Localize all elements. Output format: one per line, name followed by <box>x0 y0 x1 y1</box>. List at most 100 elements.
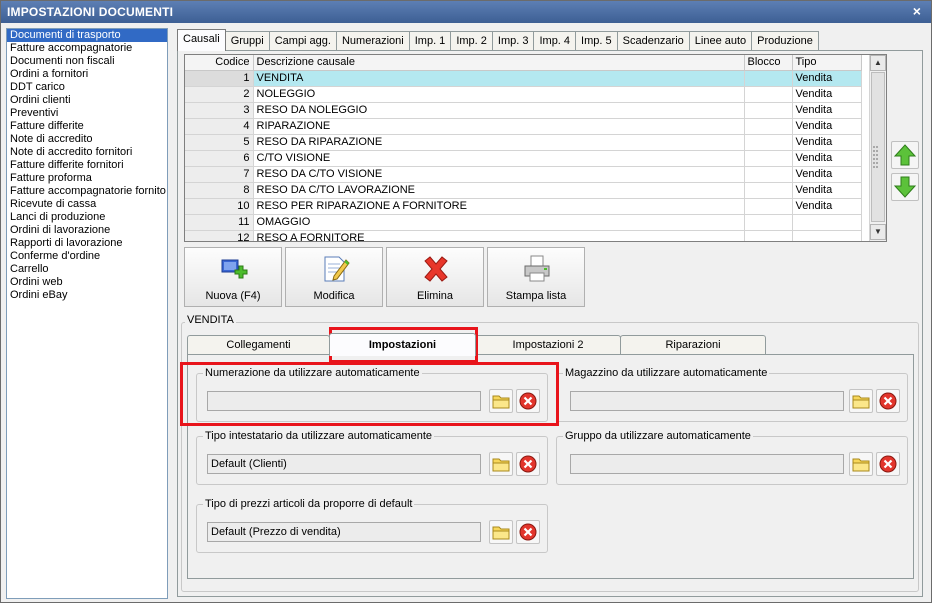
section-tab[interactable]: Collegamenti <box>187 335 330 355</box>
document-type-item[interactable]: Fatture differite fornitori <box>7 159 167 172</box>
intestatario-field[interactable]: Default (Clienti) <box>207 454 481 474</box>
document-type-item[interactable]: Preventivi <box>7 107 167 120</box>
gruppo-field[interactable] <box>570 454 844 474</box>
document-type-item[interactable]: Conferme d'ordine <box>7 250 167 263</box>
prezzi-clear-button[interactable] <box>516 520 540 544</box>
top-tab[interactable]: Imp. 5 <box>575 31 618 51</box>
top-tab[interactable]: Gruppi <box>224 31 270 51</box>
cell-blocco <box>744 214 793 231</box>
document-type-item[interactable]: DDT carico <box>7 81 167 94</box>
table-row[interactable]: 3 RESO DA NOLEGGIO Vendita <box>185 102 862 119</box>
table-row[interactable]: 11 OMAGGIO <box>185 214 862 231</box>
table-row[interactable]: 10 RESO PER RIPARAZIONE A FORNITORE Vendit… <box>185 198 862 215</box>
column-header[interactable]: Codice <box>185 55 254 71</box>
section-tab[interactable]: Impostazioni 2 <box>475 335 621 355</box>
top-tab[interactable]: Imp. 3 <box>491 31 535 51</box>
top-tab[interactable]: Imp. 2 <box>450 31 493 51</box>
document-type-item[interactable]: Fatture differite <box>7 120 167 133</box>
top-tab[interactable]: Scadenzario <box>616 31 690 51</box>
clear-red-icon <box>519 523 537 541</box>
causali-grid[interactable]: Codice Descrizione causale Blocco Tipo 1 VEN… <box>184 54 887 242</box>
magazzino-clear-button[interactable] <box>876 389 900 413</box>
table-row[interactable]: 12 RESO A FORNITORE <box>185 230 862 241</box>
top-tab[interactable]: Imp. 1 <box>408 31 452 51</box>
document-type-item[interactable]: Ordini a fornitori <box>7 68 167 81</box>
scroll-up-icon[interactable]: ▲ <box>870 55 886 71</box>
magazzino-browse-button[interactable] <box>849 389 873 413</box>
cell-blocco <box>744 198 793 215</box>
document-type-item[interactable]: Fatture accompagnatorie <box>7 42 167 55</box>
document-type-item[interactable]: Ordini web <box>7 276 167 289</box>
document-type-item[interactable]: Rapporti di lavorazione <box>7 237 167 250</box>
table-row[interactable]: 4 RIPARAZIONE Vendita <box>185 118 862 135</box>
document-type-item[interactable]: Lanci di produzione <box>7 211 167 224</box>
table-row[interactable]: 6 C/TO VISIONE Vendita <box>185 150 862 167</box>
cell-desc: RESO A FORNITORE <box>253 230 745 241</box>
magazzino-label: Magazzino da utilizzare automaticamente <box>563 367 770 379</box>
table-row[interactable]: 8 RESO DA C/TO LAVORAZIONE Vendita <box>185 182 862 199</box>
edit-button-label: Modifica <box>313 290 355 302</box>
delete-button[interactable]: Elimina <box>386 247 484 307</box>
document-type-item[interactable]: Note di accredito <box>7 133 167 146</box>
column-header[interactable]: Blocco <box>744 55 793 71</box>
cell-blocco <box>744 166 793 183</box>
table-row[interactable]: 1 VENDITA Vendita <box>185 70 862 87</box>
section-tab[interactable]: Riparazioni <box>620 335 766 355</box>
cell-desc: OMAGGIO <box>253 214 745 231</box>
document-type-item[interactable]: Documenti di trasporto <box>7 29 167 42</box>
table-row[interactable]: 5 RESO DA RIPARAZIONE Vendita <box>185 134 862 151</box>
move-up-button[interactable] <box>891 141 919 169</box>
top-tab[interactable]: Campi agg. <box>268 31 337 51</box>
table-row[interactable]: 7 RESO DA C/TO VISIONE Vendita <box>185 166 862 183</box>
close-icon[interactable]: × <box>909 3 925 19</box>
table-row[interactable]: 2 NOLEGGIO Vendita <box>185 86 862 103</box>
gruppo-clear-button[interactable] <box>876 452 900 476</box>
cell-desc: VENDITA <box>253 70 745 87</box>
document-type-item[interactable]: Fatture proforma <box>7 172 167 185</box>
prezzi-browse-button[interactable] <box>489 520 513 544</box>
folder-icon <box>492 458 510 472</box>
folder-icon <box>852 395 870 409</box>
cell-desc: RESO DA NOLEGGIO <box>253 102 745 119</box>
document-type-list[interactable]: Documenti di trasporto Fatture accompagna… <box>6 28 168 599</box>
action-toolbar: Nuova (F4) Modifica Elimina Stampa lista <box>184 247 585 309</box>
new-button[interactable]: Nuova (F4) <box>184 247 282 307</box>
cell-code: 6 <box>185 150 254 167</box>
new-button-label: Nuova (F4) <box>205 290 261 302</box>
cell-code: 1 <box>185 70 254 87</box>
top-tab[interactable]: Linee auto <box>688 31 753 51</box>
magazzino-field[interactable] <box>570 391 844 411</box>
document-type-item[interactable]: Documenti non fiscali <box>7 55 167 68</box>
document-type-item[interactable]: Ordini di lavorazione <box>7 224 167 237</box>
top-tab[interactable]: Produzione <box>751 31 819 51</box>
document-type-item[interactable]: Ordini clienti <box>7 94 167 107</box>
printer-icon <box>524 255 550 282</box>
document-type-item[interactable]: Carrello <box>7 263 167 276</box>
vendita-group-title: VENDITA <box>185 314 236 326</box>
cell-tipo: Vendita <box>792 150 862 167</box>
column-header[interactable]: Tipo <box>792 55 862 71</box>
gruppo-groupbox: Gruppo da utilizzare automaticamente <box>556 430 908 485</box>
cell-blocco <box>744 118 793 135</box>
edit-button[interactable]: Modifica <box>285 247 383 307</box>
top-tab-bar: Causali Gruppi Campi agg. Numerazioni Imp. 1… <box>177 29 819 51</box>
clear-red-icon <box>879 392 897 410</box>
cell-tipo <box>792 214 862 231</box>
intestatario-browse-button[interactable] <box>489 452 513 476</box>
document-type-item[interactable]: Note di accredito fornitori <box>7 146 167 159</box>
section-tab[interactable]: Impostazioni <box>329 333 476 356</box>
top-tab[interactable]: Numerazioni <box>335 31 410 51</box>
document-type-item[interactable]: Ordini eBay <box>7 289 167 302</box>
move-down-button[interactable] <box>891 173 919 201</box>
cell-tipo <box>792 230 862 241</box>
top-tab[interactable]: Imp. 4 <box>533 31 577 51</box>
document-type-item[interactable]: Fatture accompagnatorie fornito <box>7 185 167 198</box>
document-type-item[interactable]: Ricevute di cassa <box>7 198 167 211</box>
intestatario-clear-button[interactable] <box>516 452 540 476</box>
top-tab[interactable]: Causali <box>177 29 226 51</box>
gruppo-browse-button[interactable] <box>849 452 873 476</box>
column-header[interactable]: Descrizione causale <box>253 55 745 71</box>
prezzi-field[interactable]: Default (Prezzo di vendita) <box>207 522 481 542</box>
print-list-button[interactable]: Stampa lista <box>487 247 585 307</box>
scroll-down-icon[interactable]: ▼ <box>870 224 886 240</box>
